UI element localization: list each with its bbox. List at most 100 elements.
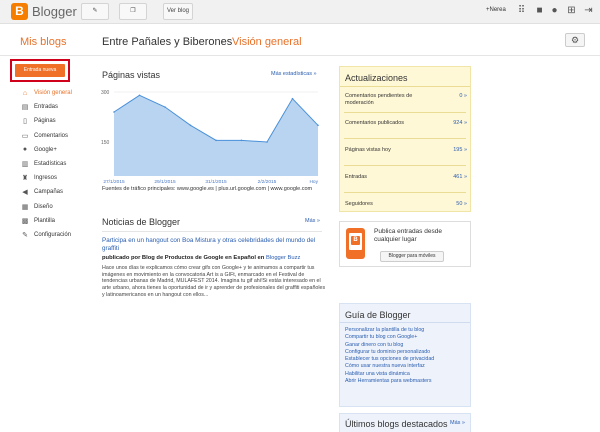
megaphone-icon: ◀: [22, 189, 28, 197]
sidebar-item-posts[interactable]: ▤ Entradas: [20, 100, 72, 114]
news-divider: [102, 231, 322, 232]
sidebar-item-stats[interactable]: ▥ Estadísticas: [20, 157, 72, 171]
mobile-promo: B Publica entradas desde cualquier lugar…: [339, 221, 471, 267]
googleplus-icon: ●: [22, 146, 28, 154]
apps-grid-icon[interactable]: ⠿: [516, 5, 527, 16]
sidebar-item-label: Plantilla: [34, 217, 56, 224]
brand-name[interactable]: Blogger: [32, 4, 77, 19]
guide-link[interactable]: Abrir Herramientas para webmasters: [345, 378, 469, 385]
data-point: [266, 141, 268, 143]
pageviews-chart: 300 150 27/1/2015 29/1/2015 31/1/2015 2/2/201…: [101, 90, 319, 184]
update-row-pending-comments[interactable]: Comentarios pendientes de moderación 0 »: [345, 93, 467, 107]
blogger-buzz-link[interactable]: Blogger Buzz: [266, 255, 300, 261]
data-point: [164, 106, 166, 108]
update-value[interactable]: 461 »: [453, 174, 467, 181]
user-name-link[interactable]: +Nerea: [486, 7, 506, 13]
sidebar-item-template[interactable]: ▩ Plantilla: [20, 214, 72, 228]
bell-icon[interactable]: ■: [534, 5, 545, 16]
settings-button[interactable]: ⚙: [565, 33, 585, 47]
sidebar-item-overview[interactable]: ⌂ Visión general: [20, 86, 72, 100]
blogger-logo-icon[interactable]: B: [11, 3, 28, 20]
sidebar-item-settings[interactable]: ✎ Configuración: [20, 228, 72, 242]
guide-link[interactable]: Cómo usar nuestra nueva interfaz: [345, 363, 469, 370]
data-point: [138, 94, 141, 97]
layout-icon: ▦: [21, 203, 29, 211]
update-label: Comentarios publicados: [345, 120, 405, 126]
news-post-byline: publicado por Blog de Productos de Googl…: [102, 255, 327, 261]
view-blog-button[interactable]: Ver blog: [163, 3, 193, 20]
my-blogs-link[interactable]: Mis blogs: [20, 36, 66, 48]
top-bar: B Blogger ✎ ❐ Ver blog +Nerea ⠿ ■ ● ⊞ ⇥: [0, 0, 600, 24]
blogger-logo-icon: B: [351, 236, 360, 245]
more-stats-link[interactable]: Más estadísticas »: [271, 71, 317, 77]
sidebar-item-pages[interactable]: ▯ Páginas: [20, 114, 72, 128]
new-post-button[interactable]: Entrada nueva: [15, 64, 65, 77]
phone-icon: B: [346, 228, 365, 259]
guide-divider: [340, 322, 470, 323]
copy-icon: ❐: [130, 8, 136, 14]
data-point: [215, 139, 217, 142]
sidebar-item-earnings[interactable]: ♜ Ingresos: [20, 171, 72, 185]
sidebar-item-label: Campañas: [34, 189, 64, 196]
share-icon[interactable]: ⊞: [566, 5, 577, 16]
news-title: Noticias de Blogger: [102, 217, 181, 227]
update-row-pageviews-today[interactable]: Páginas vistas hoy 195 »: [345, 147, 467, 154]
sidebar-item-label: Ingresos: [34, 175, 58, 182]
signout-icon[interactable]: ⇥: [583, 5, 594, 16]
sidebar-item-comments[interactable]: ▭ Comentarios: [20, 129, 72, 143]
update-row-followers[interactable]: Seguidores 50 »: [345, 201, 467, 208]
update-value[interactable]: 50 »: [456, 201, 467, 208]
data-point: [189, 124, 192, 127]
mobile-promo-text: Publica entradas desde cualquier lugar: [374, 228, 442, 243]
news-post-title-link[interactable]: Participa en un hangout con Boa Mistura …: [102, 237, 327, 253]
blogger-mobile-button[interactable]: Blogger para móviles: [380, 251, 444, 262]
update-value[interactable]: 195 »: [453, 147, 467, 154]
featured-blogs-panel: Últimos blogs destacados Más »: [339, 413, 471, 432]
home-icon: ⌂: [22, 89, 28, 97]
updates-panel: Actualizaciones Comentarios pendientes d…: [339, 66, 471, 212]
posts-icon: ▤: [21, 104, 29, 112]
update-row-posts[interactable]: Entradas 461 »: [345, 174, 467, 181]
x-tick-label: 27/1/2015: [103, 179, 125, 184]
featured-title: Últimos blogs destacados: [345, 419, 448, 429]
new-post-pencil-button[interactable]: ✎: [81, 3, 109, 20]
sidebar-item-layout[interactable]: ▦ Diseño: [20, 200, 72, 214]
wrench-icon: ✎: [22, 231, 28, 239]
guide-link[interactable]: Compartir tu blog con Google+: [345, 334, 469, 341]
update-rule: [344, 112, 466, 113]
news-more-link[interactable]: Más »: [305, 218, 320, 224]
sidebar-item-label: Entradas: [34, 104, 59, 111]
update-value[interactable]: 924 »: [453, 120, 467, 127]
guide-link[interactable]: Ganar dinero con tu blog: [345, 342, 469, 349]
guide-link[interactable]: Habilitar una vista dinámica: [345, 371, 469, 378]
updates-title: Actualizaciones: [345, 73, 408, 83]
sidebar-item-googleplus[interactable]: ● Google+: [20, 143, 72, 157]
sidebar-item-label: Estadísticas: [34, 161, 67, 168]
data-point: [291, 97, 294, 100]
update-rule: [344, 192, 466, 193]
data-point: [240, 139, 243, 142]
update-rule: [344, 165, 466, 166]
sidebar-item-label: Google+: [34, 146, 57, 153]
sidebar-item-label: Configuración: [34, 231, 72, 238]
x-tick-label: 2/2/2015: [258, 179, 277, 184]
update-label: Comentarios pendientes de moderación: [345, 93, 413, 106]
update-value[interactable]: 0 »: [459, 93, 467, 100]
sidebar-item-label: Comentarios: [34, 132, 69, 139]
blog-title[interactable]: Entre Pañales y Biberones: [102, 36, 232, 48]
y-tick-label: 150: [101, 140, 110, 146]
x-tick-label: 31/1/2015: [205, 179, 227, 184]
avatar-icon[interactable]: ●: [549, 5, 560, 16]
sidebar-item-label: Visión general: [34, 90, 72, 97]
byline-text: publicado por Blog de Productos de Googl…: [102, 255, 266, 261]
pages-icon: ▯: [23, 118, 27, 126]
guide-link[interactable]: Establecer tus opciones de privacidad: [345, 356, 469, 363]
updates-divider: [340, 86, 470, 87]
copy-button[interactable]: ❐: [119, 3, 147, 20]
guide-link[interactable]: Personalizar la plantilla de tu blog: [345, 327, 469, 334]
update-row-published-comments[interactable]: Comentarios publicados 924 »: [345, 120, 467, 127]
sidebar-item-campaigns[interactable]: ◀ Campañas: [20, 185, 72, 199]
guide-link[interactable]: Configurar tu dominio personalizado: [345, 349, 469, 356]
update-label: Seguidores: [345, 201, 373, 207]
featured-more-link[interactable]: Más »: [450, 420, 465, 426]
